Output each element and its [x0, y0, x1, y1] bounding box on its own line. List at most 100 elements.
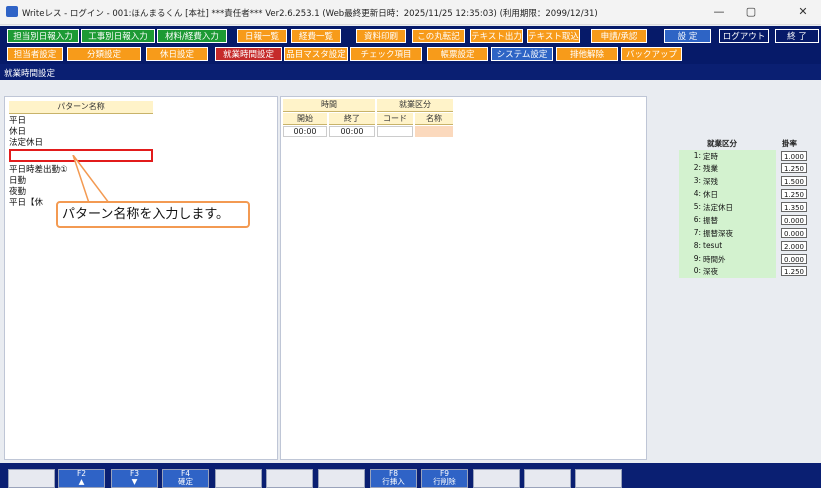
- fkey-f9-delete-row-button[interactable]: F9 行削除: [421, 469, 468, 488]
- menu-kyujitsu-settei[interactable]: 休日設定: [146, 47, 208, 61]
- time-settings-panel: 時間 就業区分 開始 終了 コード 名称 00:00 00:00: [280, 96, 647, 460]
- menu-shugyo-jikan-settei[interactable]: 就業時間設定: [215, 47, 282, 61]
- fkey-f2-label: ▲: [78, 477, 85, 486]
- work-area: パターン名称 平日 休日 法定休日 平日時差出勤① 日勤 夜勤 平日【休 パター…: [0, 80, 821, 463]
- fkey-11[interactable]: [524, 469, 571, 488]
- kubun-row: 0: 深夜 1.250: [679, 266, 814, 277]
- kubun-rate-input[interactable]: 0.000: [781, 254, 807, 264]
- kubun-row: 3: 深残 1.500: [679, 176, 814, 187]
- fkey-12[interactable]: [575, 469, 622, 488]
- kubun-rate-input[interactable]: 0.000: [781, 228, 807, 238]
- fkey-f3-down-button[interactable]: F3 ▼: [111, 469, 158, 488]
- fkey-f8-label: 行挿入: [382, 477, 405, 486]
- menu-chohyo-settei[interactable]: 帳票設定: [427, 47, 488, 61]
- close-button[interactable]: ✕: [790, 4, 816, 20]
- kubun-num: 8:: [693, 241, 701, 250]
- menu-keihi-list[interactable]: 経費一覧: [291, 29, 341, 43]
- end-time-cell[interactable]: 00:00: [329, 126, 375, 137]
- kubun-num: 3:: [693, 176, 701, 185]
- fkey-6[interactable]: [266, 469, 313, 488]
- menu-bunrui-settei[interactable]: 分類設定: [67, 47, 141, 61]
- function-key-bar: F2 ▲ F3 ▼ F4 確定 F8 行挿入 F9 行削除: [0, 463, 821, 488]
- screen-title: 就業時間設定: [4, 69, 56, 79]
- menu-koji-nippo[interactable]: 工事別日報入力: [81, 29, 155, 43]
- menu-settings[interactable]: 設 定: [664, 29, 711, 43]
- menu-konomaru[interactable]: この丸転記: [412, 29, 465, 43]
- name-column-header: 名称: [415, 113, 453, 125]
- time-group-header: 時間: [283, 99, 375, 112]
- fkey-5[interactable]: [215, 469, 262, 488]
- kubun-rate-input[interactable]: 1.250: [781, 189, 807, 199]
- menu-hinmoku-master[interactable]: 品目マスタ設定: [284, 47, 348, 61]
- menu-exit[interactable]: 終 了: [775, 29, 819, 43]
- fkey-f8-insert-row-button[interactable]: F8 行挿入: [370, 469, 417, 488]
- kubun-num: 1:: [693, 151, 701, 160]
- pattern-item[interactable]: 平日【休: [9, 196, 43, 208]
- kubun-rate-input[interactable]: 1.250: [781, 163, 807, 173]
- window-title: Writeレス - ログイン - 001:ほんまるくん [本社] ***責任者*…: [22, 9, 598, 19]
- menu-haita-kaijo[interactable]: 排他解除: [556, 47, 618, 61]
- window-titlebar: Writeレス - ログイン - 001:ほんまるくん [本社] ***責任者*…: [0, 0, 821, 25]
- menu-logout[interactable]: ログアウト: [719, 29, 769, 43]
- menu-shiryo-print[interactable]: 資料印刷: [356, 29, 406, 43]
- fkey-f2-up-button[interactable]: F2 ▲: [58, 469, 105, 488]
- kubun-row: 4: 休日 1.250: [679, 189, 814, 200]
- start-column-header: 開始: [283, 113, 327, 125]
- fkey-f4-confirm-button[interactable]: F4 確定: [162, 469, 209, 488]
- kubun-rate-input[interactable]: 1.250: [781, 266, 807, 276]
- menu-text-import[interactable]: テキスト取込: [527, 29, 580, 43]
- kubun-num: 2:: [693, 163, 701, 172]
- kubun-name: 振替: [703, 216, 718, 225]
- screen-title-bar: 就業時間設定: [0, 64, 821, 80]
- kubun-rate-input[interactable]: 2.000: [781, 241, 807, 251]
- menu-nippo-list[interactable]: 日報一覧: [237, 29, 287, 43]
- instruction-callout: パターン名称を入力します。: [56, 201, 250, 228]
- menu-check-items[interactable]: チェック項目: [350, 47, 422, 61]
- app-icon: [6, 6, 18, 17]
- kubun-rate-input[interactable]: 1.350: [781, 202, 807, 212]
- kubun-rate-input[interactable]: 0.000: [781, 215, 807, 225]
- callout-pointer: [72, 155, 110, 203]
- kubun-group-header: 就業区分: [377, 99, 453, 112]
- kubun-row: 6: 振替 0.000: [679, 215, 814, 226]
- fkey-f3-label: ▼: [131, 477, 138, 486]
- kubun-name: 深夜: [703, 267, 718, 276]
- menu-zairyo-keihi[interactable]: 材料/経費入力: [157, 29, 227, 43]
- kubun-name: 時間外: [703, 255, 726, 264]
- menu-tanto-nippo[interactable]: 担当別日報入力: [7, 29, 79, 43]
- fkey-1[interactable]: [8, 469, 55, 488]
- kubun-row: 2: 残業 1.250: [679, 163, 814, 174]
- menu-backup[interactable]: バックアップ: [621, 47, 682, 61]
- menu-bar: 担当別日報入力 工事別日報入力 材料/経費入力 日報一覧 経費一覧 資料印刷 こ…: [0, 26, 821, 64]
- fkey-7[interactable]: [318, 469, 365, 488]
- kubun-num: 0:: [693, 266, 701, 275]
- kubun-header: 就業区分: [707, 139, 737, 148]
- code-column-header: コード: [377, 113, 413, 125]
- kubun-name: tesut: [703, 241, 723, 250]
- kubun-num: 6:: [693, 215, 701, 224]
- kubun-rate-table: 就業区分 掛率 1: 定時 1.000 2: 残業 1.250 3: 深残 1.…: [679, 138, 814, 278]
- menu-tantosha-settei[interactable]: 担当者設定: [7, 47, 63, 61]
- minimize-button[interactable]: —: [706, 4, 732, 20]
- kubun-rate-input[interactable]: 1.500: [781, 176, 807, 186]
- fkey-10[interactable]: [473, 469, 520, 488]
- maximize-button[interactable]: ▢: [738, 4, 764, 20]
- kubun-num: 9:: [693, 254, 701, 263]
- start-time-cell[interactable]: 00:00: [283, 126, 327, 137]
- menu-shinsei-shonin[interactable]: 申請/承認: [591, 29, 647, 43]
- fkey-f9-label: 行削除: [433, 477, 456, 486]
- kubun-name: 深残: [703, 177, 718, 186]
- fkey-f4-label: 確定: [178, 477, 193, 486]
- pattern-item[interactable]: 法定休日: [9, 136, 43, 148]
- menu-text-output[interactable]: テキスト出力: [470, 29, 523, 43]
- kubun-code-cell[interactable]: [377, 126, 413, 137]
- kubun-num: 7:: [693, 228, 701, 237]
- menu-system-settei[interactable]: システム設定: [491, 47, 553, 61]
- pattern-name-header: パターン名称: [9, 101, 153, 114]
- kubun-row: 7: 振替深夜 0.000: [679, 228, 814, 239]
- kubun-rate-input[interactable]: 1.000: [781, 151, 807, 161]
- kubun-row: 9: 時間外 0.000: [679, 254, 814, 265]
- kubun-num: 4:: [693, 189, 701, 198]
- kubun-name: 法定休日: [703, 203, 733, 212]
- kubun-num: 5:: [693, 202, 701, 211]
